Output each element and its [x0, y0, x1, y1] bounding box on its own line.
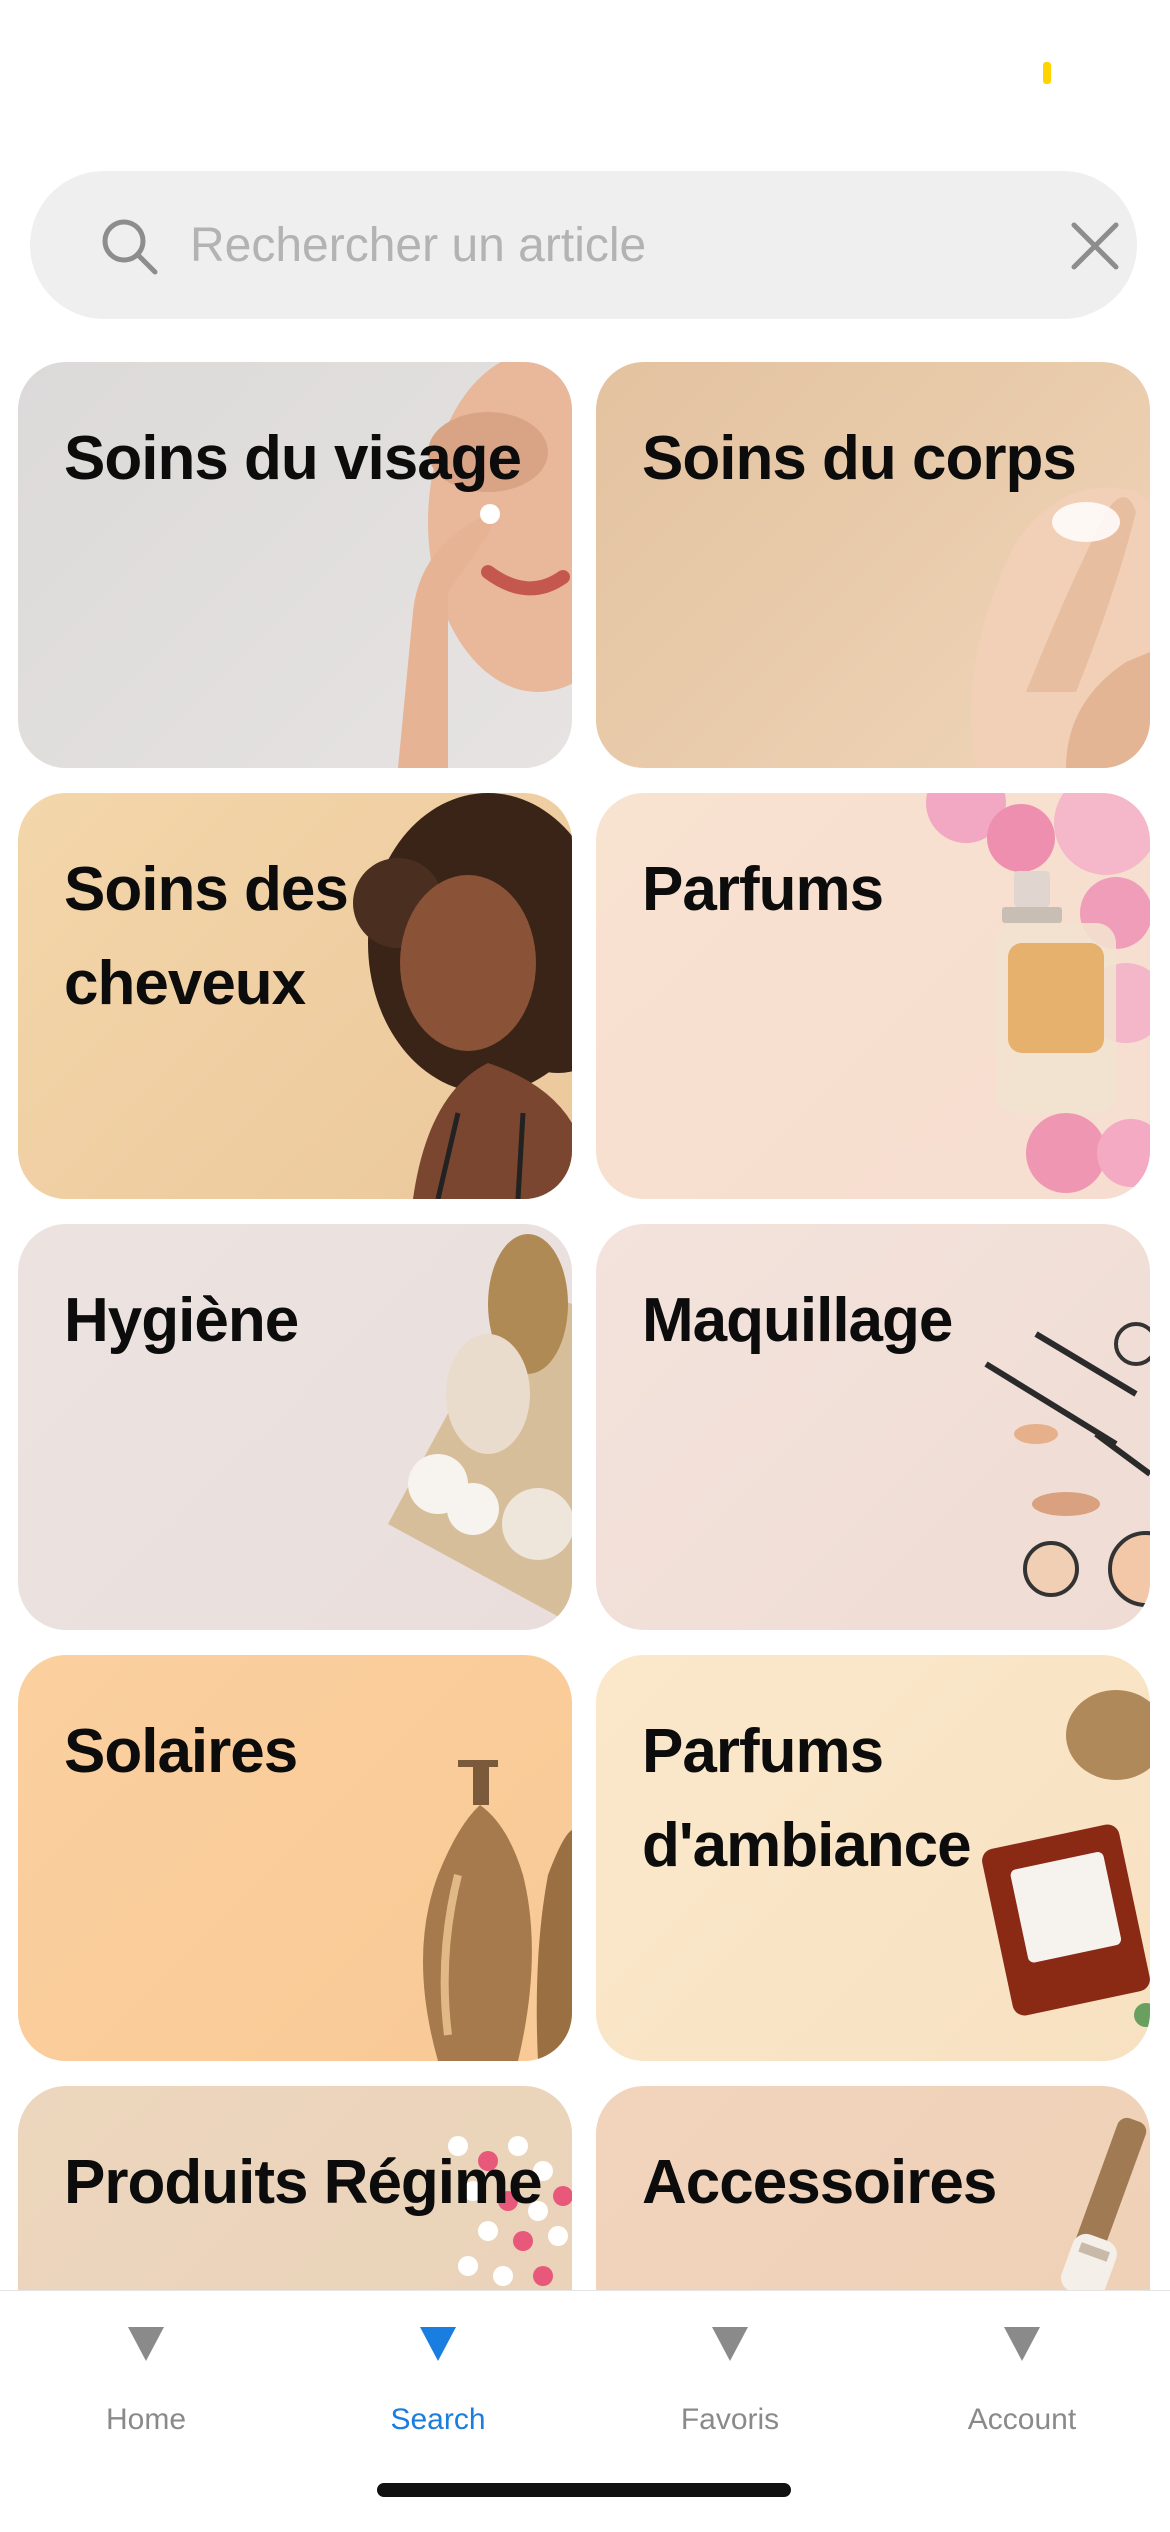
category-title: Parfums d'ambiance	[642, 1717, 972, 1880]
category-card-parfums-ambiance[interactable]: Parfums d'ambiance	[596, 1655, 1150, 2061]
category-grid: Soins du visage Soins du corps Soins des…	[0, 0, 1170, 2290]
category-title: Hygiène	[64, 1286, 299, 1355]
category-card-soins-visage[interactable]: Soins du visage	[18, 362, 572, 768]
category-card-produits-regime[interactable]: Produits Régime	[18, 2086, 572, 2290]
category-card-solaires[interactable]: Solaires	[18, 1655, 572, 2061]
tab-label: Account	[967, 2403, 1077, 2436]
triangle-down-icon	[420, 2327, 456, 2361]
category-title: Produits Régime	[64, 2148, 543, 2217]
tab-label: Search	[390, 2403, 486, 2436]
tab-label: Home	[105, 2403, 187, 2436]
category-title: Maquillage	[642, 1286, 953, 1355]
category-card-soins-corps[interactable]: Soins du corps	[596, 362, 1150, 768]
category-title: Accessoires	[642, 2148, 997, 2217]
category-title: Solaires	[64, 1717, 298, 1786]
triangle-down-icon	[128, 2327, 164, 2361]
category-title: Soins du visage	[64, 424, 522, 493]
home-indicator	[377, 2483, 791, 2497]
tab-home[interactable]: Home	[0, 2291, 292, 2461]
category-title: Parfums	[642, 855, 884, 924]
category-card-hygiene[interactable]: Hygiène	[18, 1224, 572, 1630]
tab-search[interactable]: Search	[292, 2291, 584, 2461]
tab-account[interactable]: Account	[876, 2291, 1168, 2461]
category-card-accessoires[interactable]: Accessoires	[596, 2086, 1150, 2290]
category-card-maquillage[interactable]: Maquillage	[596, 1224, 1150, 1630]
page: Soins du visage Soins du corps Soins d	[0, 0, 1170, 2532]
tab-label: Favoris	[680, 2403, 780, 2436]
triangle-down-icon	[1004, 2327, 1040, 2361]
category-title: Soins des cheveux	[64, 855, 349, 1018]
category-title: Soins du corps	[642, 424, 1077, 493]
category-card-parfums[interactable]: Parfums	[596, 793, 1150, 1199]
category-card-soins-cheveux[interactable]: Soins des cheveux	[18, 793, 572, 1199]
triangle-down-icon	[712, 2327, 748, 2361]
tab-favoris[interactable]: Favoris	[584, 2291, 876, 2461]
